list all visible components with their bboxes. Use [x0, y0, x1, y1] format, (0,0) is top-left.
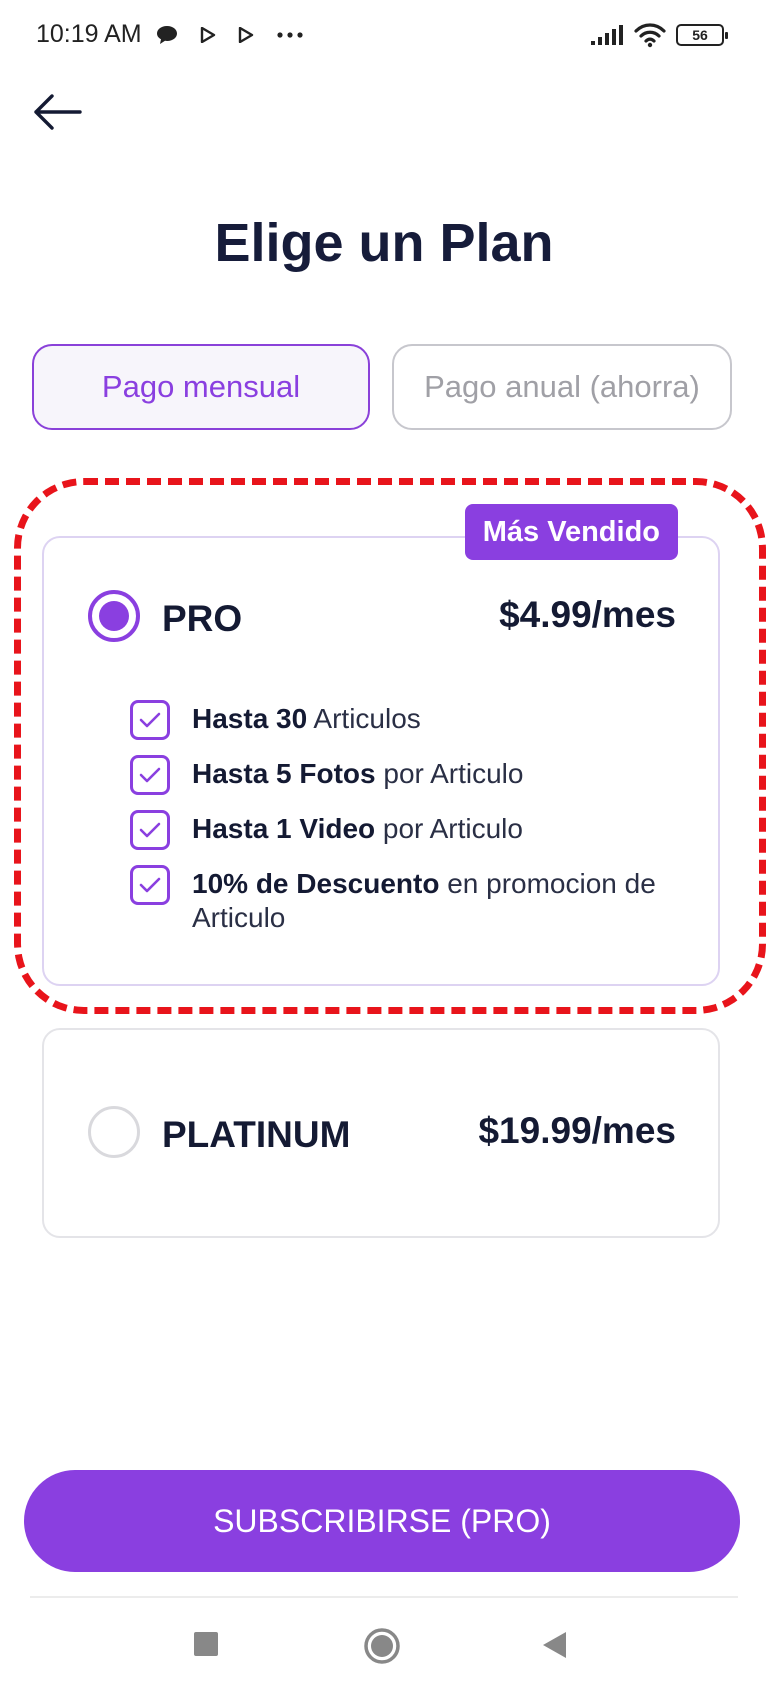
plan-name: PLATINUM	[162, 1114, 351, 1155]
back-button[interactable]	[30, 88, 84, 136]
more-dots-icon	[277, 32, 303, 38]
subscribe-button[interactable]: SUBSCRIBIRSE (PRO)	[24, 1470, 740, 1572]
check-icon	[130, 755, 170, 795]
feature-text: Hasta 5 Fotos por Articulo	[192, 758, 524, 789]
annual-billing-tab[interactable]: Pago anual (ahorra)	[392, 344, 732, 430]
plan-price: $19.99/mes	[478, 1110, 676, 1151]
feature-text: Hasta 30 Articulos	[192, 703, 421, 734]
feature-item: 10% de Descuento en promocion de Articul…	[130, 865, 690, 935]
notification-icons	[156, 24, 304, 46]
plan-radio-platinum[interactable]	[88, 1106, 140, 1158]
play-store-icon	[238, 27, 254, 43]
wifi-icon	[634, 23, 666, 48]
square-icon	[194, 1632, 218, 1656]
feature-item: Hasta 5 Fotos por Articulo	[130, 755, 690, 795]
status-time: 10:19 AM	[36, 20, 142, 48]
best-seller-badge: Más Vendido	[464, 504, 678, 560]
feature-item: Hasta 30 Articulos	[130, 700, 690, 740]
home-button[interactable]	[362, 1626, 402, 1671]
feature-text: 10% de Descuento en promocion de Articul…	[192, 868, 656, 933]
page-title: Elige un Plan	[214, 213, 554, 273]
plan-card-pro[interactable]: Más Vendido PRO $4.99/mes Hasta 30 Artic…	[42, 504, 720, 986]
plan-name: PRO	[162, 598, 243, 639]
status-bar: 10:19 AM 56	[0, 0, 768, 74]
check-icon	[130, 700, 170, 740]
chat-bubble-icon	[157, 26, 177, 44]
nav-divider	[30, 1596, 738, 1598]
feature-item: Hasta 1 Video por Articulo	[130, 810, 690, 850]
system-nav-bar	[0, 1604, 768, 1694]
system-indicators: 56	[590, 22, 728, 48]
back-nav-button[interactable]	[540, 1630, 568, 1665]
play-store-icon	[200, 27, 216, 43]
arrow-left-icon	[34, 94, 82, 130]
monthly-billing-tab[interactable]: Pago mensual	[32, 344, 370, 430]
recents-button[interactable]	[192, 1630, 220, 1663]
feature-list: Hasta 30 Articulos Hasta 5 Fotos por Art…	[130, 700, 690, 952]
battery-indicator: 56	[676, 24, 728, 46]
check-icon	[130, 810, 170, 850]
feature-text: Hasta 1 Video por Articulo	[192, 813, 523, 844]
home-circle-icon	[364, 1628, 400, 1664]
plan-card-platinum[interactable]: PLATINUM $19.99/mes	[42, 1028, 720, 1238]
triangle-back-icon	[543, 1632, 566, 1658]
signal-icon	[591, 25, 623, 45]
plan-radio-pro[interactable]	[88, 590, 140, 642]
plan-price: $4.99/mes	[499, 594, 676, 635]
check-icon	[130, 865, 170, 905]
